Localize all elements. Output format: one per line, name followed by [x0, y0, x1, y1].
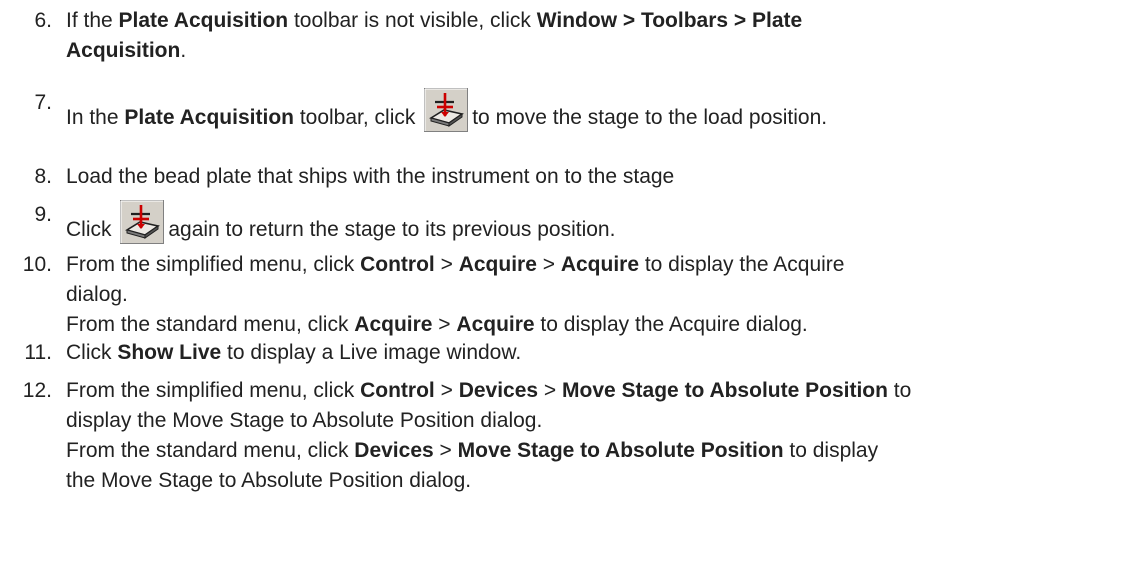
text-run: From the standard menu, click: [66, 313, 355, 336]
text-run: >: [434, 379, 459, 402]
ui-term: Move Stage to Absolute Position: [457, 439, 784, 462]
text-run: >: [433, 439, 458, 462]
step-text-line: Click again to return the stage to its p…: [66, 200, 615, 244]
ui-term: Devices: [354, 439, 434, 462]
text-run: If the: [66, 9, 119, 32]
step-text-line: Click Show Live to display a Live image …: [66, 338, 521, 368]
ui-term: Move Stage to Absolute Position: [562, 379, 888, 402]
step-number: 7.: [34, 91, 52, 114]
ui-term: Window > Toolbars > Plate: [536, 9, 803, 32]
text-run: From the standard menu, click: [66, 439, 355, 462]
text-run: >: [536, 253, 561, 276]
ui-term: Show Live: [117, 341, 222, 364]
ui-term: Devices: [458, 379, 539, 402]
text-run: >: [538, 379, 563, 402]
step-text-line: Acquisition.: [66, 36, 802, 66]
step-text-line: In the Plate Acquisition toolbar, click …: [66, 88, 827, 132]
text-run: Click: [66, 218, 118, 241]
text-run: toolbar is not visible, click: [288, 9, 537, 32]
text-run: to display the Acquire: [639, 253, 845, 276]
ui-term: Plate Acquisition: [118, 9, 289, 32]
text-run: the Move Stage to Absolute Position dial…: [66, 469, 472, 492]
step-number: 11.: [24, 341, 52, 364]
step-text: From the simplified menu, click Control …: [66, 376, 911, 496]
step-number: 6.: [34, 9, 52, 32]
ui-term: Acquisition: [66, 39, 181, 62]
step-text: From the simplified menu, click Control …: [66, 250, 844, 340]
ui-term: Acquire: [458, 253, 537, 276]
text-run: to display: [783, 439, 879, 462]
text-run: dialog.: [66, 283, 128, 306]
step-text-line: If the Plate Acquisition toolbar is not …: [66, 6, 802, 36]
text-run: to move the stage to the load position.: [472, 106, 828, 129]
text-run: display the Move Stage to Absolute Posit…: [66, 409, 543, 432]
text-run: to: [887, 379, 912, 402]
text-run: to display the Acquire dialog.: [534, 313, 808, 336]
step-text-line: From the simplified menu, click Control …: [66, 376, 911, 406]
document-page: { "steps": [ { "number": "6.", "lines": …: [0, 0, 1127, 565]
stage-load-icon[interactable]: [120, 200, 165, 244]
step-text-line: the Move Stage to Absolute Position dial…: [66, 466, 911, 496]
ui-term: Acquire: [456, 313, 535, 336]
step-text-line: display the Move Stage to Absolute Posit…: [66, 406, 911, 436]
ui-term: Acquire: [354, 313, 433, 336]
text-run: >: [432, 313, 457, 336]
ui-term: Control: [360, 253, 435, 276]
text-run: >: [434, 253, 459, 276]
ui-term: Plate Acquisition: [124, 106, 294, 129]
text-run: In the: [66, 106, 125, 129]
step-number: 9.: [34, 203, 52, 226]
stage-load-icon[interactable]: [424, 88, 469, 132]
text-run: From the simplified menu, click: [66, 253, 361, 276]
step-number: 10.: [22, 253, 52, 276]
step-number: 12.: [22, 379, 52, 402]
step-text: Click Show Live to display a Live image …: [66, 338, 521, 368]
text-run: to display a Live image window.: [221, 341, 522, 364]
ui-term: Acquire: [560, 253, 639, 276]
step-text: Load the bead plate that ships with the …: [66, 162, 674, 192]
step-text-line: Load the bead plate that ships with the …: [66, 162, 674, 192]
text-run: From the simplified menu, click: [66, 379, 361, 402]
step-text: In the Plate Acquisition toolbar, click …: [66, 88, 827, 132]
step-number: 8.: [34, 165, 52, 188]
text-run: again to return the stage to its previou…: [168, 218, 616, 241]
ui-term: Control: [360, 379, 435, 402]
text-run: Load the bead plate that ships with the …: [66, 165, 675, 188]
text-run: toolbar, click: [293, 106, 422, 129]
step-text-line: From the standard menu, click Acquire > …: [66, 310, 844, 340]
step-text: If the Plate Acquisition toolbar is not …: [66, 6, 802, 66]
step-text-line: From the standard menu, click Devices > …: [66, 436, 911, 466]
step-text-line: dialog.: [66, 280, 844, 310]
text-run: Click: [66, 341, 118, 364]
step-text-line: From the simplified menu, click Control …: [66, 250, 844, 280]
step-text: Click again to return the stage to its p…: [66, 200, 615, 244]
text-run: .: [180, 39, 187, 62]
